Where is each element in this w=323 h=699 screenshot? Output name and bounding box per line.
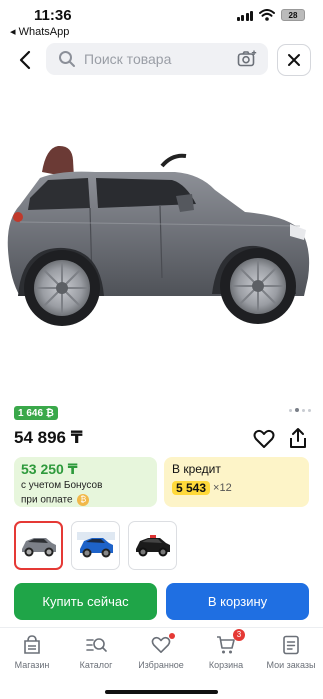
cellular-signal-icon (236, 10, 253, 21)
bonus-line-1: с учетом Бонусов (21, 480, 103, 491)
camera-search-icon[interactable] (236, 48, 258, 70)
bonus-line-2-text: при оплате (21, 494, 73, 506)
battery-icon: 28 (281, 9, 305, 21)
wifi-icon (259, 9, 275, 21)
tab-cart-label: Корзина (208, 660, 244, 670)
cart-icon: 3 (215, 629, 245, 656)
product-price: 54 896 ₸ (14, 428, 83, 447)
close-icon (288, 54, 300, 66)
search-header: Поиск товара (0, 40, 323, 80)
credit-label: В кредит (172, 462, 221, 476)
heart-icon (150, 633, 175, 656)
search-input[interactable]: Поиск товара (46, 43, 268, 75)
status-icons: 28 (236, 9, 305, 21)
favorites-dot-badge (169, 633, 175, 639)
bonus-price: 53 250 ₸ (21, 461, 78, 477)
tab-favorites[interactable]: Избранное (129, 633, 193, 670)
bonus-badge: 1 646 ₿ (14, 406, 58, 420)
orders-icon (280, 634, 302, 656)
cart-count-badge: 3 (233, 629, 245, 641)
tab-orders-label: Мои заказы (266, 660, 316, 670)
favorite-heart-icon[interactable] (253, 429, 275, 449)
back-to-whatsapp-link[interactable]: ◂ WhatsApp (10, 25, 69, 38)
status-bar: 11:36 ◂ WhatsApp 28 (0, 0, 323, 40)
pagination-dot (289, 408, 292, 412)
back-button[interactable] (12, 46, 38, 74)
status-time: 11:36 (34, 7, 72, 24)
tab-store[interactable]: Магазин (0, 634, 64, 670)
tab-catalog-label: Каталог (79, 660, 113, 670)
pagination-dot-active (295, 408, 299, 412)
blue-car-thumb-icon (76, 531, 115, 557)
pagination-dot (302, 408, 305, 412)
search-placeholder: Поиск товара (84, 51, 172, 67)
share-icon[interactable] (287, 427, 309, 449)
search-icon (56, 48, 78, 70)
battery-level: 28 (288, 10, 298, 20)
bonus-line-2: при оплате ₿ (21, 494, 150, 507)
thumbnail-blue-car[interactable] (71, 521, 120, 570)
credit-months: ×12 (213, 482, 232, 494)
pagination-dot (308, 408, 311, 412)
bonus-coin-icon: ₿ (77, 494, 90, 506)
thumbnail-strip (14, 521, 177, 570)
credit-card[interactable]: В кредит 5 543 ×12 (164, 457, 309, 507)
store-icon (21, 634, 43, 656)
catalog-search-icon (85, 634, 107, 656)
tab-favorites-label: Избранное (138, 660, 184, 670)
tab-catalog[interactable]: Каталог (64, 634, 128, 670)
grey-car-photo (7, 145, 310, 326)
thumbnail-black-car[interactable] (128, 521, 177, 570)
black-car-thumb-icon (135, 534, 170, 556)
chevron-left-icon (19, 50, 31, 70)
bonus-price-card[interactable]: 53 250 ₸ с учетом Бонусов при оплате ₿ (14, 457, 157, 507)
product-image[interactable] (0, 100, 323, 390)
thumbnail-grey-car[interactable] (14, 521, 63, 570)
tab-orders[interactable]: Мои заказы (259, 634, 323, 670)
home-indicator (105, 690, 218, 694)
buy-now-button[interactable]: Купить сейчас (14, 583, 157, 620)
tab-cart[interactable]: 3 Корзина (194, 629, 258, 670)
close-button[interactable] (277, 44, 311, 76)
grey-car-thumb-icon (21, 537, 56, 556)
image-pagination (289, 408, 311, 412)
credit-monthly: 5 543 (172, 481, 211, 495)
credit-row: 5 543 ×12 (172, 481, 301, 495)
tab-store-label: Магазин (14, 660, 50, 670)
add-to-cart-button[interactable]: В корзину (166, 583, 309, 620)
bottom-tab-bar: Магазин Каталог Избранное 3 Корзина Мои … (0, 627, 323, 699)
